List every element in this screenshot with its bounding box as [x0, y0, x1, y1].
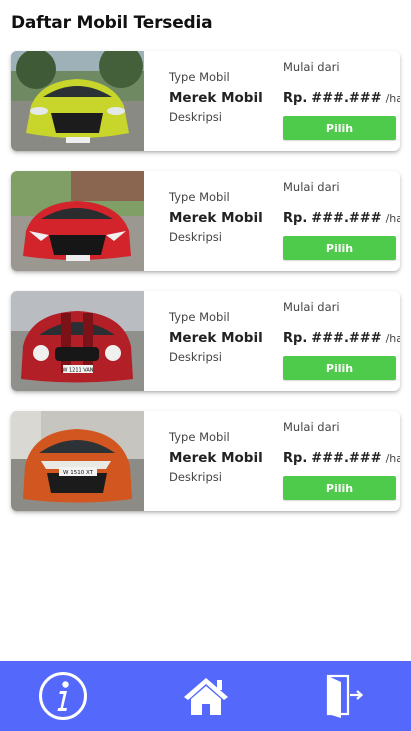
- price-value: ###.###: [311, 331, 382, 346]
- price-unit: /hari: [385, 212, 400, 225]
- car-brand: Merek Mobil: [169, 210, 263, 226]
- price-prefix: Mulai dari: [283, 300, 340, 314]
- car-type: Type Mobil: [169, 70, 230, 84]
- choose-button[interactable]: Pilih: [283, 476, 396, 500]
- page-title: Daftar Mobil Tersedia: [11, 13, 213, 33]
- plate-number: W 1211 VAN: [62, 368, 93, 374]
- price-unit: /hari: [385, 452, 400, 465]
- bottom-nav: [0, 661, 411, 731]
- plate-number: W 1510 XT: [63, 470, 94, 476]
- car-type: Type Mobil: [169, 430, 230, 444]
- choose-button[interactable]: Pilih: [283, 236, 396, 260]
- price-row: Rp.###.###/hari: [283, 447, 400, 466]
- price-currency: Rp.: [283, 451, 308, 466]
- price-unit: /hari: [385, 332, 400, 345]
- price-value: ###.###: [311, 91, 382, 106]
- price-value: ###.###: [311, 211, 382, 226]
- price-row: Rp.###.###/hari: [283, 87, 400, 106]
- info-icon: [39, 672, 87, 720]
- logout-button[interactable]: [322, 661, 366, 731]
- car-photo: W 1510 XT: [11, 411, 144, 511]
- car-card[interactable]: W 1211 VAN Type Mobil Merek Mobil Deskri…: [11, 291, 400, 391]
- price-prefix: Mulai dari: [283, 60, 340, 74]
- price-prefix: Mulai dari: [283, 180, 340, 194]
- price-row: Rp.###.###/hari: [283, 207, 400, 226]
- home-button[interactable]: [181, 661, 231, 731]
- car-photo: [11, 51, 144, 151]
- car-description: Deskripsi: [169, 350, 222, 364]
- price-currency: Rp.: [283, 91, 308, 106]
- price-currency: Rp.: [283, 331, 308, 346]
- car-description: Deskripsi: [169, 230, 222, 244]
- car-type: Type Mobil: [169, 310, 230, 324]
- car-brand: Merek Mobil: [169, 450, 263, 466]
- car-description: Deskripsi: [169, 110, 222, 124]
- price-unit: /hari: [385, 92, 400, 105]
- price-row: Rp.###.###/hari: [283, 327, 400, 346]
- car-brand: Merek Mobil: [169, 330, 263, 346]
- car-photo: W 1211 VAN: [11, 291, 144, 391]
- price-currency: Rp.: [283, 211, 308, 226]
- choose-button[interactable]: Pilih: [283, 116, 396, 140]
- car-card[interactable]: W 1510 XT Type Mobil Merek Mobil Deskrip…: [11, 411, 400, 511]
- price-value: ###.###: [311, 451, 382, 466]
- price-prefix: Mulai dari: [283, 420, 340, 434]
- exit-door-icon: [326, 674, 364, 718]
- car-type: Type Mobil: [169, 190, 230, 204]
- car-card[interactable]: Type Mobil Merek Mobil Deskripsi Mulai d…: [11, 51, 400, 151]
- car-description: Deskripsi: [169, 470, 222, 484]
- car-brand: Merek Mobil: [169, 90, 263, 106]
- info-button[interactable]: [36, 661, 90, 731]
- home-icon: [184, 678, 228, 715]
- car-photo: [11, 171, 144, 271]
- choose-button[interactable]: Pilih: [283, 356, 396, 380]
- car-card[interactable]: Type Mobil Merek Mobil Deskripsi Mulai d…: [11, 171, 400, 271]
